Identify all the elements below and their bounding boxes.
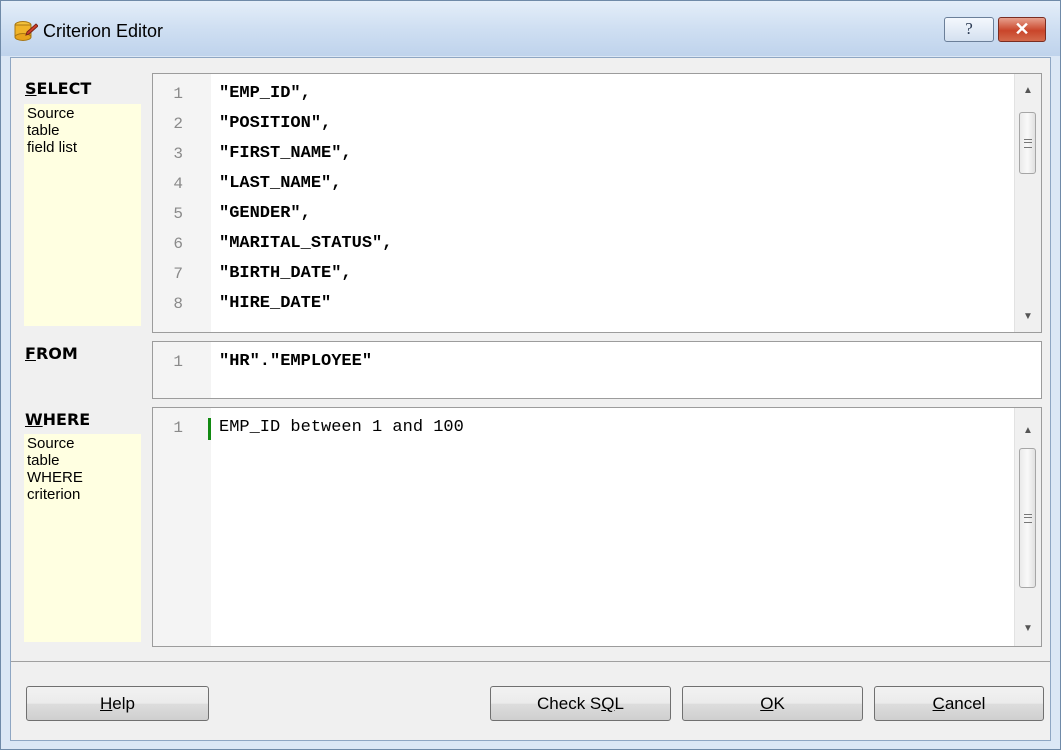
help-button[interactable]: Help [26,686,209,721]
cancel-button[interactable]: Cancel [874,686,1044,721]
line-number: 1 [173,353,183,371]
code-text: "HR"."EMPLOYEE" [219,352,373,371]
check-sql-button[interactable]: Check SQL [490,686,671,721]
code-text: "MARITAL_STATUS", [219,234,393,253]
code-text: "FIRST_NAME", [219,144,352,163]
select-scroll-thumb[interactable] [1019,112,1036,174]
scroll-up-arrow-icon[interactable]: ▲ [1021,86,1035,96]
from-editor[interactable]: 1 "HR"."EMPLOYEE" [152,341,1042,399]
button-separator [11,661,1050,662]
line-number: 4 [173,175,183,193]
code-text: "HIRE_DATE" [219,294,332,313]
select-hint: Source table field list [24,104,141,326]
close-button[interactable]: ✕ [998,17,1046,42]
line-number: 1 [173,419,183,437]
line-number: 3 [173,145,183,163]
where-editor[interactable]: 1 EMP_ID between 1 and 100 ▲ ▼ [152,407,1042,647]
code-line[interactable]: 3 "FIRST_NAME", [153,140,973,168]
code-text: EMP_ID between 1 and 100 [219,418,464,437]
line-number: 2 [173,115,183,133]
line-number-gutter [153,408,211,646]
select-label: SELECT [25,79,92,98]
code-line[interactable]: 2 "POSITION", [153,110,973,138]
line-number: 6 [173,235,183,253]
code-text: "EMP_ID", [219,84,311,103]
code-text: "POSITION", [219,114,332,133]
code-line[interactable]: 4 "LAST_NAME", [153,170,973,198]
line-number: 7 [173,265,183,283]
title-bar[interactable]: Criterion Editor ? ✕ [1,1,1060,56]
line-number: 8 [173,295,183,313]
select-vertical-scrollbar[interactable]: ▲ ▼ [1014,74,1041,332]
code-line[interactable]: 1 "HR"."EMPLOYEE" [153,348,973,376]
where-vertical-scrollbar[interactable]: ▲ ▼ [1014,408,1041,646]
scroll-down-arrow-icon[interactable]: ▼ [1021,312,1035,322]
dialog-client-area: SELECT Source table field list 1 "EMP_ID"… [10,57,1051,741]
code-line[interactable]: 1 EMP_ID between 1 and 100 [153,414,973,442]
code-line[interactable]: 8 "HIRE_DATE" [153,290,973,318]
code-line[interactable]: 5 "GENDER", [153,200,973,228]
code-line[interactable]: 6 "MARITAL_STATUS", [153,230,973,258]
window-title: Criterion Editor [43,21,164,41]
where-label: WHERE [25,410,91,429]
scroll-down-arrow-icon[interactable]: ▼ [1021,624,1035,634]
code-text: "BIRTH_DATE", [219,264,352,283]
ok-button[interactable]: OK [682,686,863,721]
code-line[interactable]: 7 "BIRTH_DATE", [153,260,973,288]
titlebar-help-button[interactable]: ? [944,17,994,42]
select-editor[interactable]: 1 "EMP_ID", 2 "POSITION", 3 "FIRST_NAME", 4 "LA… [152,73,1042,333]
code-text: "GENDER", [219,204,311,223]
database-edit-icon [14,21,38,41]
criterion-editor-window: Criterion Editor ? ✕ SELECT Source table… [0,0,1061,750]
where-hint: Source table WHERE criterion [24,434,141,642]
where-scroll-thumb[interactable] [1019,448,1036,588]
code-line[interactable]: 1 "EMP_ID", [153,80,973,108]
line-number: 5 [173,205,183,223]
line-number: 1 [173,85,183,103]
scroll-up-arrow-icon[interactable]: ▲ [1021,426,1035,436]
from-label: FROM [25,344,78,363]
code-text: "LAST_NAME", [219,174,342,193]
